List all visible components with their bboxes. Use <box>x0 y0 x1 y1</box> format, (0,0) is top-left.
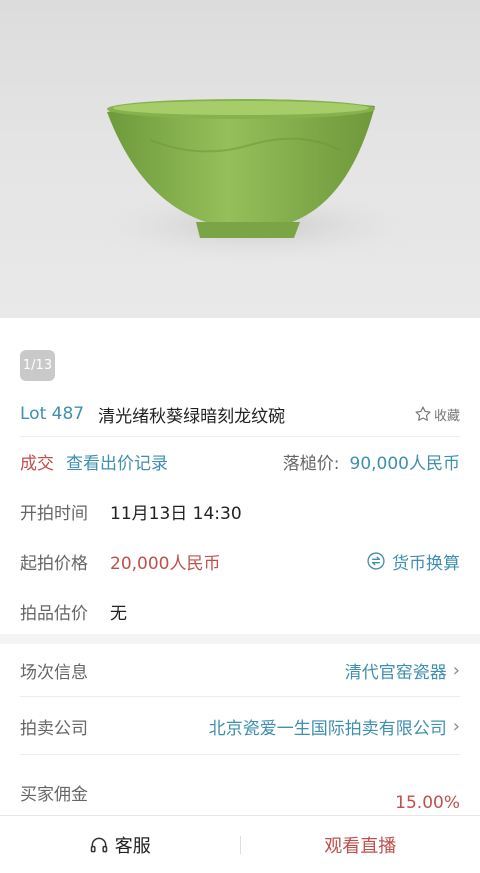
lot-number: Lot 487 <box>20 404 85 424</box>
chevron-right-icon: › <box>452 659 460 681</box>
hammer-price-label: 落槌价: <box>282 453 340 474</box>
session-label: 场次信息 <box>20 662 88 683</box>
favorite-label: 收藏 <box>433 408 460 424</box>
session-info-row[interactable]: 场次信息 清代官窑瓷器 › <box>20 654 460 686</box>
estimate-label: 拍品估价 <box>20 603 88 624</box>
chevron-right-icon: › <box>452 715 460 737</box>
start-price-value: 20,000人民币 <box>110 553 221 574</box>
favorite-button[interactable]: 收藏 <box>414 405 460 424</box>
currency-convert-button[interactable]: 货币换算 <box>366 549 460 574</box>
start-time-row: 开拍时间 11月13日 14:30 <box>20 496 460 526</box>
currency-exchange-icon <box>367 552 385 570</box>
estimate-value: 无 <box>110 603 127 624</box>
bowl-illustration <box>80 99 430 264</box>
commission-label: 买家佣金 <box>20 785 88 805</box>
company-value: 北京瓷爱一生国际拍卖有限公司 <box>208 718 447 739</box>
company-label: 拍卖公司 <box>20 718 88 739</box>
bid-record-link[interactable]: 查看出价记录 <box>66 449 168 474</box>
commission-value: 15.00% <box>395 793 460 813</box>
lot-title-row: Lot 487 清光绪秋葵绿暗刻龙纹碗 收藏 <box>20 400 460 428</box>
session-value: 清代官窑瓷器 <box>344 662 447 683</box>
section-divider <box>0 634 480 644</box>
auction-company-row[interactable]: 拍卖公司 北京瓷爱一生国际拍卖有限公司 › <box>20 710 460 742</box>
start-price-label: 起拍价格 <box>20 553 88 574</box>
star-icon <box>415 406 431 421</box>
watch-live-button[interactable]: 观看直播 <box>241 832 480 858</box>
customer-service-button[interactable]: 客服 <box>0 832 240 858</box>
status-row: 成交 查看出价记录 落槌价: 90,000人民币 <box>20 446 460 476</box>
bottom-action-bar: 客服 观看直播 <box>0 815 480 873</box>
image-counter: 1/13 <box>20 350 55 381</box>
customer-service-label: 客服 <box>114 835 151 857</box>
hammer-price: 90,000人民币 <box>349 453 460 474</box>
currency-convert-label: 货币换算 <box>392 553 460 574</box>
divider <box>20 754 460 755</box>
start-time-value: 11月13日 14:30 <box>110 503 242 524</box>
start-price-row: 起拍价格 20,000人民币 货币换算 <box>20 546 460 576</box>
divider <box>20 696 460 697</box>
estimate-row: 拍品估价 无 <box>20 596 460 626</box>
headphones-icon <box>90 837 107 852</box>
deal-status: 成交 <box>20 453 54 474</box>
start-time-label: 开拍时间 <box>20 503 88 524</box>
watch-live-label: 观看直播 <box>324 835 397 857</box>
lot-image[interactable] <box>0 0 480 318</box>
divider <box>20 436 460 437</box>
lot-title: 清光绪秋葵绿暗刻龙纹碗 <box>98 406 286 427</box>
